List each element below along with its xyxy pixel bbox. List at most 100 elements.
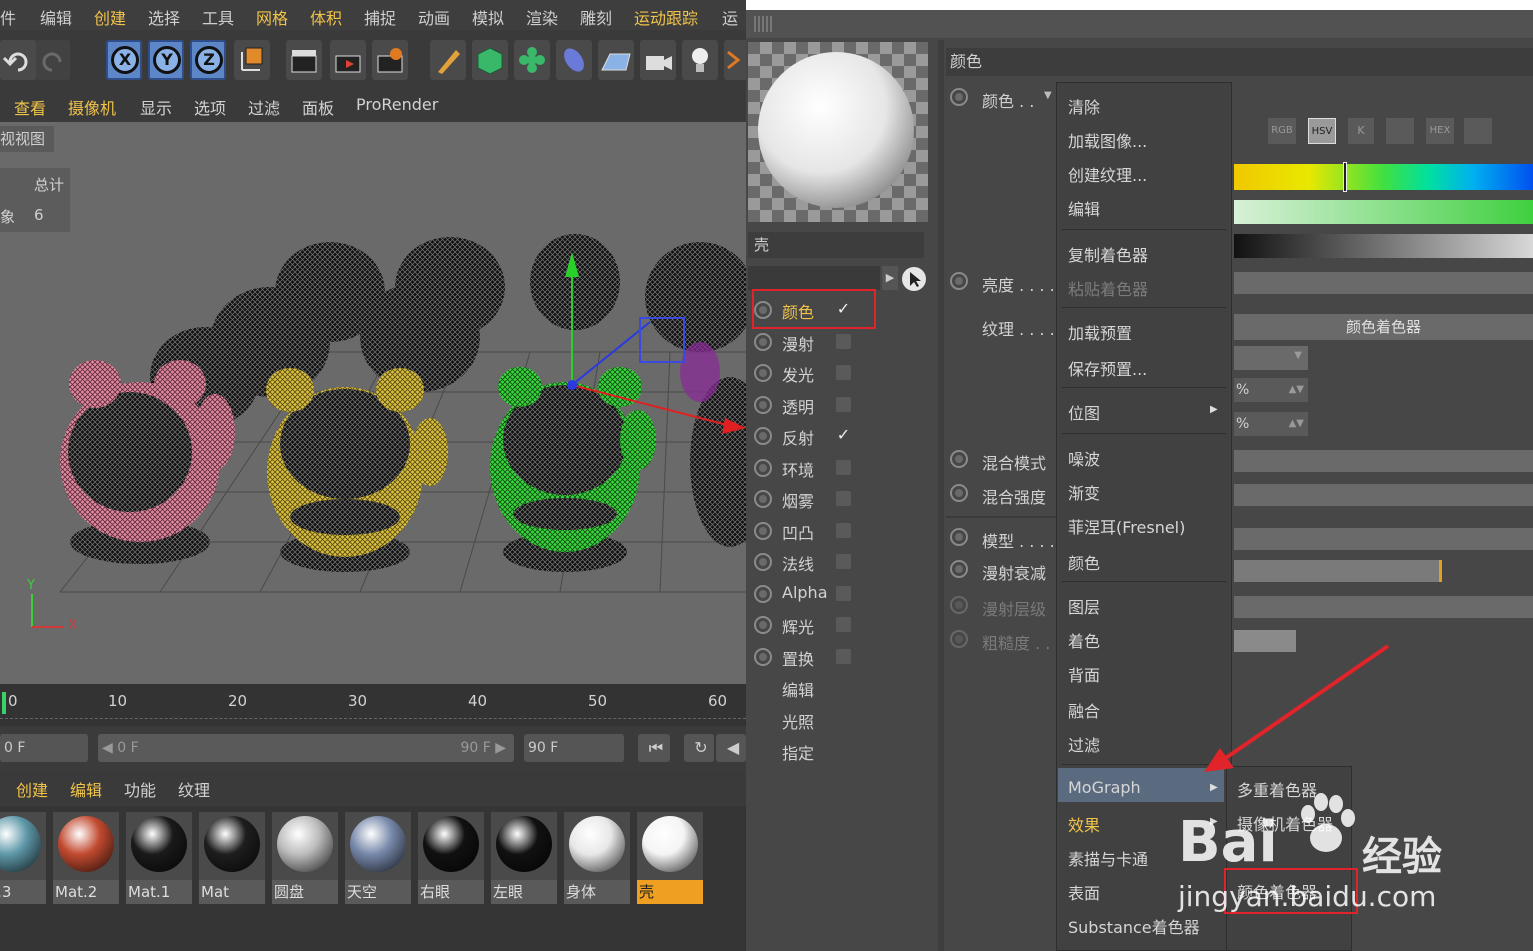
channel-checkbox[interactable] <box>836 554 851 569</box>
coordinate-system-button[interactable] <box>234 40 270 80</box>
color-mode-hex-button[interactable]: HEX <box>1426 118 1454 144</box>
material-swatch[interactable]: Mat.1 <box>126 812 192 904</box>
prop-radio[interactable] <box>950 630 968 648</box>
context-menu-item[interactable]: 素描与卡通 <box>1068 846 1148 870</box>
color-mode-swatch-button[interactable] <box>1464 118 1492 144</box>
material-swatch[interactable]: Mat <box>199 812 265 904</box>
material-swatch[interactable]: at.3 <box>0 812 46 904</box>
mat-menu-create[interactable]: 创建 <box>16 777 48 801</box>
channel-radio[interactable] <box>754 458 772 477</box>
render-view-button[interactable] <box>286 40 322 80</box>
y-axis-lock-button[interactable]: Y <box>148 40 184 80</box>
channel-radio[interactable] <box>754 490 772 508</box>
color-mode-kelvin-button[interactable]: K <box>1348 118 1374 144</box>
channel-radio[interactable] <box>754 647 772 666</box>
menu-motion-tracking[interactable]: 运动跟踪 <box>634 5 698 29</box>
texture-shader-button[interactable]: 颜色着色器 <box>1234 314 1533 340</box>
material-swatch[interactable]: 天空 <box>345 812 411 904</box>
model-dropdown[interactable] <box>1234 528 1533 550</box>
hue-slider-handle[interactable] <box>1343 162 1347 192</box>
context-menu-item[interactable]: 噪波 <box>1068 446 1100 470</box>
context-menu-item[interactable]: 着色 <box>1068 628 1100 652</box>
menu-volume[interactable]: 体积 <box>310 5 342 29</box>
channel-item[interactable]: 法线 <box>750 547 880 577</box>
channel-checkbox[interactable] <box>836 396 851 412</box>
menu-tools[interactable]: 工具 <box>202 5 234 29</box>
context-menu-item[interactable]: 渐变 <box>1068 480 1100 504</box>
channel-radio[interactable] <box>754 521 772 540</box>
channel-item[interactable]: 置换 <box>750 642 880 672</box>
context-menu-item[interactable]: 加载图像... <box>1068 128 1147 152</box>
context-menu-item[interactable]: 图层 <box>1068 594 1100 618</box>
material-swatch[interactable]: 左眼 <box>491 812 557 904</box>
channel-item[interactable]: 发光 <box>750 358 880 388</box>
pick-object-button[interactable] <box>902 267 926 291</box>
channel-checkbox[interactable] <box>836 617 851 632</box>
camera-button[interactable] <box>640 40 676 80</box>
menu-simulate[interactable]: 模拟 <box>472 5 504 29</box>
context-menu-item[interactable]: 过滤 <box>1068 732 1100 756</box>
channel-checkbox[interactable] <box>836 491 851 506</box>
submenu-multi-shader[interactable]: 多重着色器 <box>1237 777 1317 801</box>
blend-mode-dropdown[interactable]: ▼ <box>1234 346 1308 370</box>
prop-radio[interactable] <box>950 450 968 468</box>
menu-animate[interactable]: 动画 <box>418 5 450 29</box>
mat-menu-edit[interactable]: 编辑 <box>70 777 102 801</box>
channel-radio[interactable] <box>754 584 772 603</box>
context-menu-item[interactable]: 创建纹理... <box>1068 162 1147 186</box>
context-menu-item[interactable]: 保存预置... <box>1068 356 1147 380</box>
channel-checkbox[interactable] <box>836 365 851 380</box>
color-mode-rgb-button[interactable]: RGB <box>1268 118 1296 144</box>
context-menu-item[interactable]: 粘贴着色器 <box>1068 276 1148 300</box>
menu-select[interactable]: 选择 <box>148 5 180 29</box>
blend-mode-slider[interactable] <box>1234 450 1533 472</box>
3d-viewport[interactable]: Y X <box>0 122 746 684</box>
panel-divider[interactable] <box>938 40 944 951</box>
context-menu-item[interactable]: Substance着色器 <box>1068 914 1200 938</box>
value-slider[interactable] <box>1234 234 1533 258</box>
saturation-slider[interactable] <box>1234 200 1533 224</box>
menu-edit[interactable]: 编辑 <box>40 5 72 29</box>
scene-floor-button[interactable] <box>598 40 634 80</box>
context-menu-item[interactable]: 融合 <box>1068 698 1100 722</box>
menu-sculpt[interactable]: 雕刻 <box>580 5 612 29</box>
context-menu-item[interactable]: 菲涅耳(Fresnel) <box>1068 514 1185 538</box>
sound-button[interactable]: ◀ <box>716 734 746 762</box>
prop-radio[interactable] <box>950 484 968 502</box>
prop-radio[interactable] <box>950 528 968 546</box>
context-menu-item[interactable]: 背面 <box>1068 662 1100 686</box>
context-menu-item[interactable]: 颜色 <box>1068 550 1100 574</box>
diffuse-falloff-slider[interactable] <box>1234 560 1440 582</box>
undo-button[interactable] <box>0 40 36 80</box>
cube-tool-button[interactable] <box>472 40 508 80</box>
light-button[interactable] <box>682 40 718 80</box>
menu-snap[interactable]: 捕捉 <box>364 5 396 29</box>
grip-icon[interactable] <box>754 16 772 32</box>
frame-range-slider[interactable]: ◀ 0 F 90 F ▶ <box>98 734 514 762</box>
channel-item[interactable]: 编辑 <box>750 673 880 703</box>
viewport-menu-options[interactable]: 选项 <box>194 95 226 119</box>
x-axis-lock-button[interactable]: X <box>106 40 142 80</box>
context-menu-item[interactable]: 表面 <box>1068 880 1100 904</box>
channel-checkbox[interactable] <box>836 333 851 349</box>
channel-filter-field[interactable] <box>748 266 880 290</box>
channel-checkbox[interactable] <box>836 585 851 601</box>
material-swatch[interactable]: 右眼 <box>418 812 484 904</box>
context-menu-item[interactable]: 编辑 <box>1068 196 1100 220</box>
mat-menu-texture[interactable]: 纹理 <box>178 777 210 801</box>
menu-create[interactable]: 创建 <box>94 5 126 29</box>
viewport-menu-prorender[interactable]: ProRender <box>356 95 438 114</box>
redo-button[interactable] <box>34 40 70 80</box>
mat-menu-function[interactable]: 功能 <box>124 777 156 801</box>
pen-tool-button[interactable] <box>430 40 466 80</box>
menu-render[interactable]: 渲染 <box>526 5 558 29</box>
render-settings-button[interactable] <box>372 40 408 80</box>
render-picture-viewer-button[interactable] <box>330 40 366 80</box>
channel-radio[interactable] <box>754 364 772 382</box>
channel-item[interactable]: Alpha <box>750 579 880 609</box>
channel-item[interactable]: 辉光 <box>750 610 880 640</box>
context-menu-item[interactable]: 位图 <box>1068 400 1100 424</box>
viewport-menu-panel[interactable]: 面板 <box>302 95 334 119</box>
channel-checkbox-checked[interactable]: ✓ <box>836 427 851 443</box>
channel-item[interactable]: 反射 ✓ <box>750 421 880 451</box>
